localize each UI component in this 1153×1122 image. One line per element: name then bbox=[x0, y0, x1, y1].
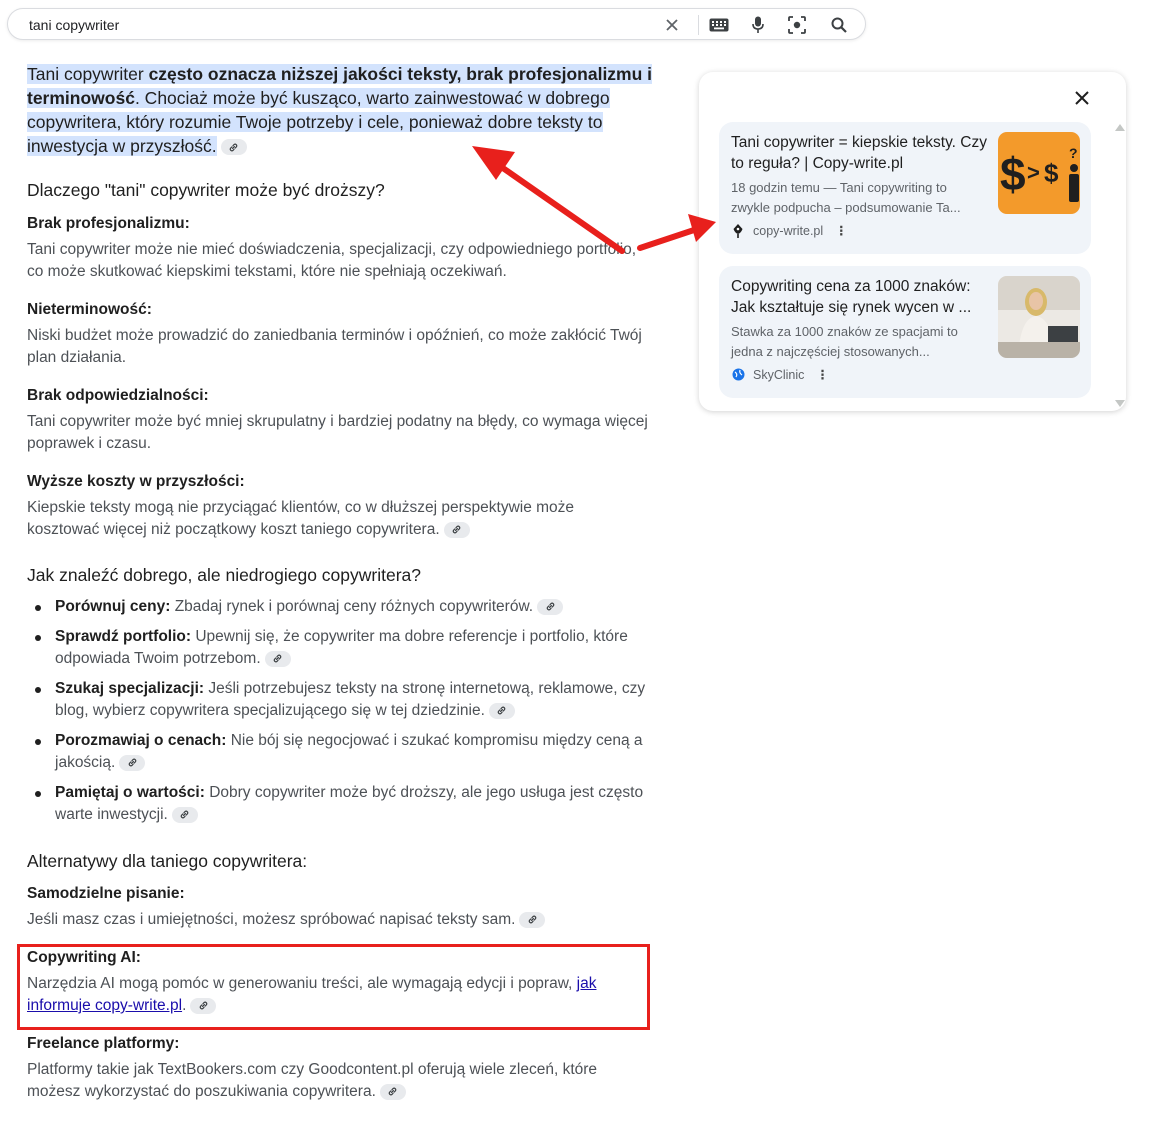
list-item: Porozmawiaj o cenach: Nie bój się negocj… bbox=[35, 730, 660, 774]
source-link-button[interactable] bbox=[443, 521, 470, 538]
svg-text:$: $ bbox=[1044, 158, 1059, 188]
intro-start: Tani copywriter bbox=[27, 64, 149, 84]
source-link-button[interactable] bbox=[519, 911, 546, 928]
reason-title: Brak profesjonalizmu: bbox=[27, 215, 190, 232]
mic-icon[interactable] bbox=[748, 15, 768, 35]
svg-text:?: ? bbox=[1069, 145, 1078, 161]
close-icon[interactable] bbox=[1070, 86, 1094, 110]
heading-alternatives: Alternatywy dla taniego copywritera: bbox=[27, 851, 308, 871]
ai-overview: Tani copywriter często oznacza niższej j… bbox=[27, 62, 667, 1100]
source-card[interactable]: Copywriting cena za 1000 znaków: Jak ksz… bbox=[719, 266, 1091, 398]
annotation-arrow-to-text bbox=[472, 146, 625, 254]
search-bar[interactable]: tani copywriter bbox=[7, 8, 866, 40]
search-icon[interactable] bbox=[829, 15, 849, 35]
source-title: Tani copywriter = kiepskie teksty. Czy t… bbox=[731, 134, 987, 172]
reason-title: Wyższe koszty w przyszłości: bbox=[27, 473, 245, 490]
globe-icon bbox=[731, 368, 745, 382]
list-item: Sprawdź portfolio: Upewnij się, że copyw… bbox=[35, 626, 655, 670]
svg-text:>: > bbox=[1027, 160, 1040, 185]
search-input[interactable]: tani copywriter bbox=[29, 17, 119, 33]
list-item: Porównuj ceny: Zbadaj rynek i porównaj c… bbox=[35, 596, 695, 618]
reason-text: Kiepskie teksty mogą nie przyciągać klie… bbox=[27, 499, 575, 538]
more-options-icon[interactable]: ⋮ bbox=[816, 367, 829, 382]
heading-find: Jak znaleźć dobrego, ale niedrogiego cop… bbox=[27, 565, 421, 585]
alternative-text: Jeśli masz czas i umiejętności, możesz s… bbox=[27, 909, 657, 931]
alternative-title: Samodzielne pisanie: bbox=[27, 885, 185, 902]
alternative-title: Freelance platformy: bbox=[27, 1035, 180, 1052]
source-site: SkyClinic ⋮ bbox=[731, 367, 829, 382]
source-link-button[interactable] bbox=[220, 139, 247, 156]
site-name: copy-write.pl bbox=[753, 223, 824, 238]
reason-title: Brak odpowiedzialności: bbox=[27, 387, 209, 404]
list-item: Szukaj specjalizacji: Jeśli potrzebujesz… bbox=[35, 678, 660, 722]
close-icon[interactable] bbox=[662, 15, 682, 35]
lens-icon[interactable] bbox=[787, 15, 807, 35]
source-link-button[interactable] bbox=[537, 598, 564, 615]
alternative-text: Platformy takie jak TextBookers.com czy … bbox=[27, 1061, 598, 1100]
intro-paragraph: Tani copywriter często oznacza niższej j… bbox=[27, 62, 667, 158]
pen-nib-icon bbox=[731, 223, 745, 238]
thumbnail-image bbox=[998, 276, 1080, 358]
source-link-button[interactable] bbox=[171, 806, 198, 823]
list-item: Pamiętaj o wartości: Dobry copywriter mo… bbox=[35, 782, 645, 826]
source-link-button[interactable] bbox=[379, 1083, 406, 1100]
source-link-button[interactable] bbox=[488, 702, 515, 719]
annotation-highlight-box bbox=[17, 944, 650, 1030]
scroll-up-arrow[interactable] bbox=[1115, 124, 1125, 131]
divider bbox=[698, 15, 699, 35]
source-card[interactable]: Tani copywriter = kiepskie teksty. Czy t… bbox=[719, 122, 1091, 254]
reason-text: Niski budżet może prowadzić do zaniedban… bbox=[27, 327, 642, 366]
thumb-text: $ bbox=[1000, 148, 1026, 200]
tips-list: Porównuj ceny: Zbadaj rynek i porównaj c… bbox=[27, 596, 695, 834]
site-name: SkyClinic bbox=[753, 367, 805, 382]
heading-why: Dlaczego "tani" copywriter może być droż… bbox=[27, 180, 385, 200]
source-snippet: 18 godzin temu — Tani copywriting to zwy… bbox=[731, 180, 961, 215]
reason-text: Tani copywriter może być mniej skrupulat… bbox=[27, 413, 648, 452]
scroll-down-arrow[interactable] bbox=[1115, 400, 1125, 407]
keyboard-icon[interactable] bbox=[709, 15, 729, 35]
source-snippet: Stawka za 1000 znaków ze spacjami to jed… bbox=[731, 324, 958, 359]
thumbnail-image: $ > $ ? bbox=[998, 132, 1080, 214]
source-title: Copywriting cena za 1000 znaków: Jak ksz… bbox=[731, 278, 972, 316]
source-link-button[interactable] bbox=[264, 650, 291, 667]
reason-text: Tani copywriter może nie mieć doświadcze… bbox=[27, 241, 637, 280]
source-site: copy-write.pl ⋮ bbox=[731, 223, 848, 238]
more-options-icon[interactable]: ⋮ bbox=[835, 223, 848, 238]
reason-title: Nieterminowość: bbox=[27, 301, 152, 318]
sources-panel: Tani copywriter = kiepskie teksty. Czy t… bbox=[699, 72, 1126, 411]
source-link-button[interactable] bbox=[119, 754, 146, 771]
